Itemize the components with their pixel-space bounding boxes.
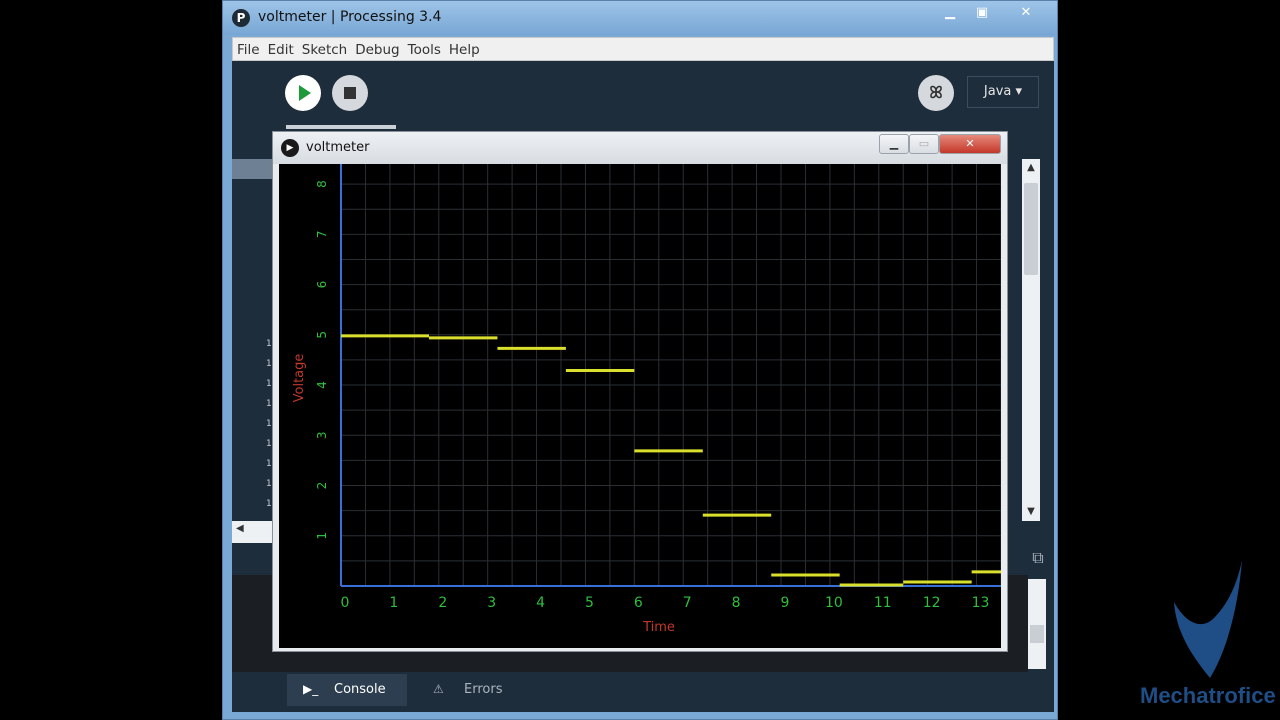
tab-console[interactable]: ▶_ Console [287, 674, 407, 706]
debug-button[interactable]: ꕤ [918, 75, 954, 111]
x-tick-label: 7 [683, 595, 692, 611]
scroll-left-icon[interactable]: ◀ [236, 523, 244, 534]
y-tick-label: 8 [315, 180, 329, 188]
stop-button[interactable] [332, 75, 368, 111]
y-tick-label: 4 [315, 381, 329, 389]
minimize-button[interactable]: ▁ [935, 1, 965, 25]
line-marker: 1 [266, 439, 272, 449]
ide-window-title: voltmeter | Processing 3.4 [258, 9, 442, 25]
editor-gutter [232, 159, 274, 179]
maximize-button[interactable]: ▣ [967, 1, 997, 25]
sketch-window: ▶ voltmeter ▁ ▭ ✕ 0 1 2 3 4 5 6 7 8 9 10 11 12 13 1 2 3 4… [272, 131, 1008, 652]
editor-horizontal-scrollbar[interactable]: ◀ [232, 521, 274, 543]
scroll-thumb[interactable] [1030, 625, 1044, 643]
menu-sketch[interactable]: Sketch [298, 38, 351, 60]
watermark-text: Mechatrofice [1140, 683, 1276, 708]
y-tick-label: 7 [315, 231, 329, 239]
y-axis-label: Voltage [292, 354, 307, 403]
x-tick-label: 0 [341, 595, 350, 611]
x-tick-label: 8 [732, 595, 741, 611]
sketch-close-button[interactable]: ✕ [939, 134, 1001, 154]
console-scrollbar[interactable] [1028, 579, 1046, 669]
copy-icon[interactable]: ⧉ [1022, 543, 1054, 573]
mechatrofice-logo-icon [1174, 560, 1242, 678]
menu-debug[interactable]: Debug [351, 38, 403, 60]
menu-tools[interactable]: Tools [404, 38, 445, 60]
x-tick-label: 5 [585, 595, 594, 611]
y-tick-label: 5 [315, 331, 329, 339]
mode-label: Java [983, 84, 1012, 99]
x-tick-label: 3 [487, 595, 496, 611]
x-tick-label: 2 [438, 595, 447, 611]
line-marker: 1 [266, 339, 272, 349]
voltage-plot: 0 1 2 3 4 5 6 7 8 9 10 11 12 1312345678 Time Voltage [292, 164, 1001, 635]
x-tick-label: 6 [634, 595, 643, 611]
sketch-window-title: voltmeter [306, 140, 370, 155]
tab-errors[interactable]: ⚠ Errors [417, 674, 527, 706]
x-tick-label: 1 [389, 595, 398, 611]
menu-help[interactable]: Help [445, 38, 484, 60]
x-tick-label: 4 [536, 595, 545, 611]
warning-icon: ⚠ [433, 682, 444, 696]
editor-vertical-scrollbar[interactable]: ▲ ▼ [1022, 159, 1040, 521]
y-tick-label: 2 [315, 482, 329, 490]
x-tick-label: 10 [825, 595, 843, 611]
run-button[interactable] [285, 75, 321, 111]
chevron-down-icon: ▾ [1015, 84, 1023, 99]
line-marker: 1 [266, 419, 272, 429]
line-marker: 1 [266, 499, 272, 509]
scroll-up-icon[interactable]: ▲ [1022, 159, 1040, 177]
butterfly-icon: ꕤ [929, 83, 943, 102]
line-marker: 1 [266, 479, 272, 489]
close-button[interactable]: ✕ [1001, 1, 1051, 25]
x-tick-label: 9 [781, 595, 790, 611]
menu-bar: File Edit Sketch Debug Tools Help [232, 37, 1054, 61]
scroll-thumb[interactable] [1024, 183, 1038, 275]
line-marker: 1 [266, 359, 272, 369]
scroll-down-icon[interactable]: ▼ [1022, 503, 1040, 521]
play-icon [299, 85, 311, 101]
processing-run-icon: ▶ [281, 139, 299, 157]
line-marker: 1 [266, 399, 272, 409]
stop-icon [344, 87, 356, 99]
line-marker: 1 [266, 459, 272, 469]
ide-titlebar: P voltmeter | Processing 3.4 ▁ ▣ ✕ [223, 1, 1057, 35]
processing-logo-icon: P [232, 9, 250, 27]
x-tick-label: 11 [874, 595, 892, 611]
x-axis-label: Time [642, 620, 675, 635]
sketch-titlebar[interactable]: ▶ voltmeter ▁ ▭ ✕ [273, 132, 1007, 164]
menu-file[interactable]: File [233, 38, 264, 60]
editor-tab[interactable] [286, 125, 396, 129]
x-tick-label: 12 [923, 595, 941, 611]
line-marker: 1 [266, 379, 272, 389]
x-tick-label: 13 [972, 595, 990, 611]
toolbar: ꕤ Java ▾ [232, 61, 1054, 129]
menu-edit[interactable]: Edit [264, 38, 298, 60]
y-tick-label: 6 [315, 281, 329, 289]
bottom-tabs: ▶_ Console ⚠ Errors [232, 672, 1054, 712]
terminal-icon: ▶_ [303, 682, 319, 696]
y-tick-label: 3 [315, 431, 329, 439]
sketch-canvas: 0 1 2 3 4 5 6 7 8 9 10 11 12 13 1 2 3 4 5 6 7 8 Time Voltage [279, 164, 1001, 648]
sketch-minimize-button[interactable]: ▁ [879, 134, 909, 154]
y-tick-label: 1 [315, 532, 329, 540]
sketch-maximize-button[interactable]: ▭ [909, 134, 939, 154]
mode-selector[interactable]: Java ▾ [967, 76, 1039, 108]
